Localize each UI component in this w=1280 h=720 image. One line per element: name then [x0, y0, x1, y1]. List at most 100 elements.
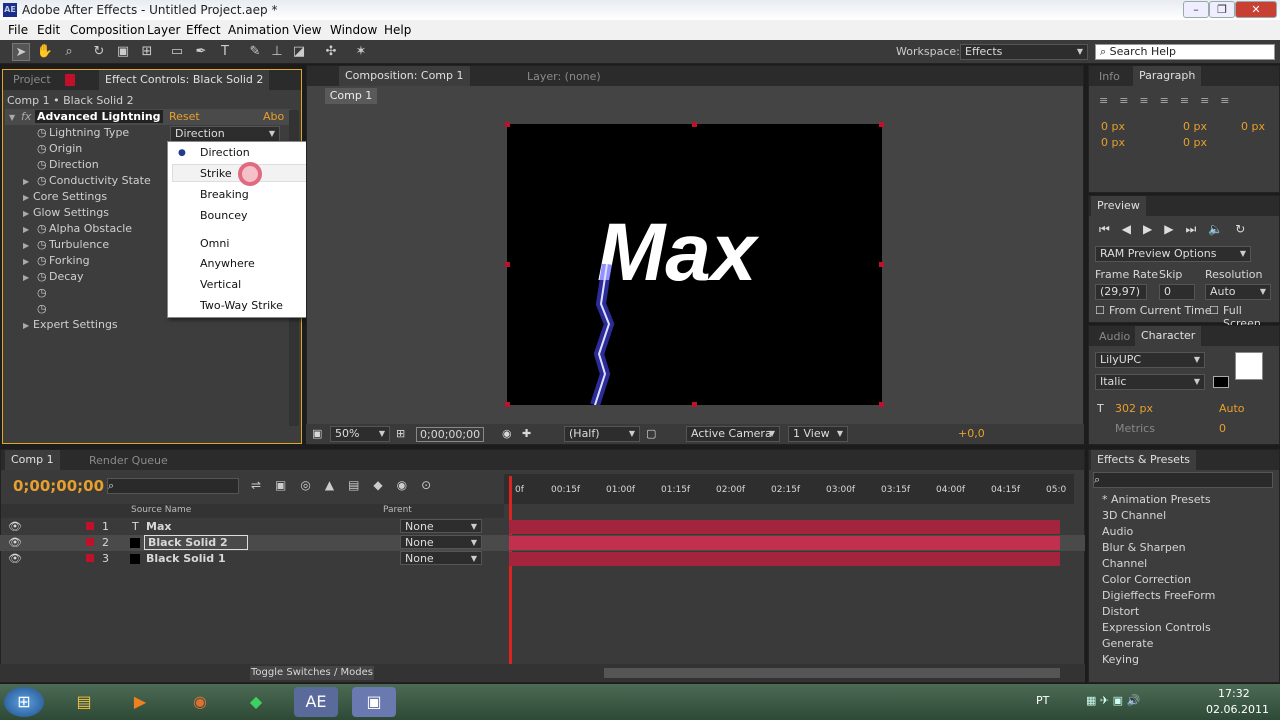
list-item[interactable]: Channel	[1102, 557, 1147, 570]
stopwatch-icon[interactable]: ◷	[37, 254, 47, 267]
close-button[interactable]: ✕	[1235, 1, 1277, 18]
transform-handle[interactable]	[879, 122, 884, 127]
rectangle-tool-icon[interactable]: ▭	[168, 43, 186, 61]
layer-duration-bar[interactable]	[509, 552, 1060, 566]
prop-expert-settings[interactable]: Expert Settings	[33, 318, 118, 331]
list-item[interactable]: Digieffects FreeForm	[1102, 589, 1215, 602]
selection-tool-icon[interactable]: ➤	[12, 43, 30, 61]
clone-tool-icon[interactable]: ⊥	[268, 43, 286, 61]
list-item[interactable]: * Animation Presets	[1102, 493, 1211, 506]
transform-handle[interactable]	[692, 122, 697, 127]
exposure-value[interactable]: +0,0	[958, 427, 985, 440]
menu-item-breaking[interactable]: Breaking	[200, 188, 249, 201]
fx-icon[interactable]: fx	[21, 110, 31, 123]
eraser-tool-icon[interactable]: ◪	[290, 43, 308, 61]
space-before[interactable]: 0 px	[1101, 136, 1125, 149]
tab-info[interactable]: Info	[1099, 70, 1120, 83]
reset-link[interactable]: Reset	[169, 110, 200, 123]
resolution-select[interactable]: (Half) ▼	[564, 426, 640, 442]
menu-item-strike[interactable]: Strike	[200, 167, 232, 180]
language-indicator[interactable]: PT	[1036, 694, 1049, 707]
hand-tool-icon[interactable]: ✋	[36, 43, 54, 61]
stroke-color-swatch[interactable]	[1213, 376, 1229, 388]
menu-item-vertical[interactable]: Vertical	[200, 278, 241, 291]
lightning-type-select[interactable]: Direction ▼	[170, 126, 280, 142]
expand-triangle-icon[interactable]: ▶	[23, 241, 29, 250]
snapshot-icon[interactable]: ◉	[502, 427, 512, 440]
stopwatch-icon[interactable]: ◷	[37, 222, 47, 235]
prop-turbulence[interactable]: Turbulence	[49, 238, 109, 251]
tray-icons[interactable]: ▦ ✈ ▣ 🔊	[1086, 694, 1140, 707]
from-current-checkbox[interactable]: ☐	[1095, 304, 1105, 317]
transform-handle[interactable]	[879, 262, 884, 267]
firefox-taskbar-icon[interactable]: ◉	[178, 687, 222, 717]
layer-duration-bar[interactable]	[509, 536, 1060, 550]
effect-name[interactable]: Advanced Lightning	[35, 110, 163, 123]
timeline-switches[interactable]: ⇌▣◎▲▤◆◉⊙	[251, 478, 445, 492]
stopwatch-icon[interactable]: ◷	[37, 286, 47, 299]
eye-icon[interactable]: 👁	[8, 552, 22, 565]
brush-tool-icon[interactable]: ✎	[246, 43, 264, 61]
media-player-taskbar-icon[interactable]: ▶	[118, 687, 162, 717]
prop-conductivity-state[interactable]: Conductivity State	[49, 174, 151, 187]
parent-select[interactable]: None ▼	[400, 519, 482, 533]
clock-date[interactable]: 02.06.2011	[1206, 703, 1269, 716]
show-channel-icon[interactable]: ✚	[522, 427, 531, 440]
stopwatch-icon[interactable]: ◷	[37, 174, 47, 187]
tab-layer[interactable]: Layer: (none)	[527, 70, 601, 83]
expand-triangle-icon[interactable]: ▶	[23, 209, 29, 218]
clock-time[interactable]: 17:32	[1218, 687, 1250, 700]
effects-search-input[interactable]: ⌕	[1093, 472, 1273, 488]
prop-core-settings[interactable]: Core Settings	[33, 190, 107, 203]
timeline-timecode[interactable]: 0;00;00;00	[13, 477, 104, 495]
pan-behind-tool-icon[interactable]: ⊞	[138, 43, 156, 61]
stopwatch-icon[interactable]: ◷	[37, 302, 47, 315]
expand-triangle-icon[interactable]: ▶	[23, 193, 29, 202]
stopwatch-icon[interactable]: ◷	[37, 158, 47, 171]
zoom-tool-icon[interactable]: ⌕	[60, 43, 78, 61]
list-item[interactable]: 3D Channel	[1102, 509, 1166, 522]
menu-layer[interactable]: Layer	[147, 23, 180, 37]
layer-name[interactable]: Black Solid 2	[144, 535, 248, 550]
layer-duration-bar[interactable]	[509, 520, 1060, 534]
expand-triangle-icon[interactable]: ▶	[23, 273, 29, 282]
eye-icon[interactable]: 👁	[8, 536, 22, 549]
camtasia-taskbar-icon[interactable]: ◆	[234, 687, 278, 717]
kerning-value[interactable]: Metrics	[1115, 422, 1155, 435]
transform-handle[interactable]	[505, 122, 510, 127]
prop-origin[interactable]: Origin	[49, 142, 82, 155]
view-layout-select[interactable]: 1 View ▼	[788, 426, 848, 442]
camera-select[interactable]: Active Camera ▼	[686, 426, 780, 442]
search-help-input[interactable]: ⌕ Search Help	[1095, 44, 1275, 60]
rotate-tool-icon[interactable]: ↻	[90, 43, 108, 61]
tab-audio[interactable]: Audio	[1099, 330, 1130, 343]
composition-canvas[interactable]: Max	[505, 122, 884, 407]
stopwatch-icon[interactable]: ◷	[37, 142, 47, 155]
transform-handle[interactable]	[505, 262, 510, 267]
region-of-interest-icon[interactable]: ▢	[646, 427, 656, 440]
expand-triangle-icon[interactable]: ▼	[9, 110, 15, 123]
tab-effect-controls[interactable]: Effect Controls: Black Solid 2	[99, 70, 270, 90]
menu-animation[interactable]: Animation	[228, 23, 289, 37]
menu-item-two-way-strike[interactable]: Two-Way Strike	[200, 299, 283, 312]
leading-value[interactable]: Auto	[1219, 402, 1245, 415]
menu-item-bouncey[interactable]: Bouncey	[200, 209, 248, 222]
space-after[interactable]: 0 px	[1183, 136, 1207, 149]
preview-resolution-select[interactable]: Auto ▼	[1205, 284, 1271, 300]
label-color-icon[interactable]	[86, 522, 94, 530]
tab-render-queue[interactable]: Render Queue	[89, 454, 168, 467]
horizontal-scrollbar[interactable]	[604, 668, 1060, 678]
parent-select[interactable]: None ▼	[400, 551, 482, 565]
skip-select[interactable]: 0	[1159, 284, 1195, 300]
layer-name[interactable]: Black Solid 1	[146, 552, 226, 565]
expand-triangle-icon[interactable]: ▶	[23, 177, 29, 186]
expand-triangle-icon[interactable]: ▶	[23, 225, 29, 234]
menu-file[interactable]: File	[8, 23, 28, 37]
expand-triangle-icon[interactable]: ▶	[23, 257, 29, 266]
ram-preview-options-select[interactable]: RAM Preview Options ▼	[1095, 246, 1251, 262]
menu-view[interactable]: View	[293, 23, 321, 37]
menu-help[interactable]: Help	[384, 23, 411, 37]
prop-direction[interactable]: Direction	[49, 158, 99, 171]
list-item[interactable]: Expression Controls	[1102, 621, 1211, 634]
table-row[interactable]: 👁 2 Black Solid 2 None ▼	[0, 535, 1085, 551]
